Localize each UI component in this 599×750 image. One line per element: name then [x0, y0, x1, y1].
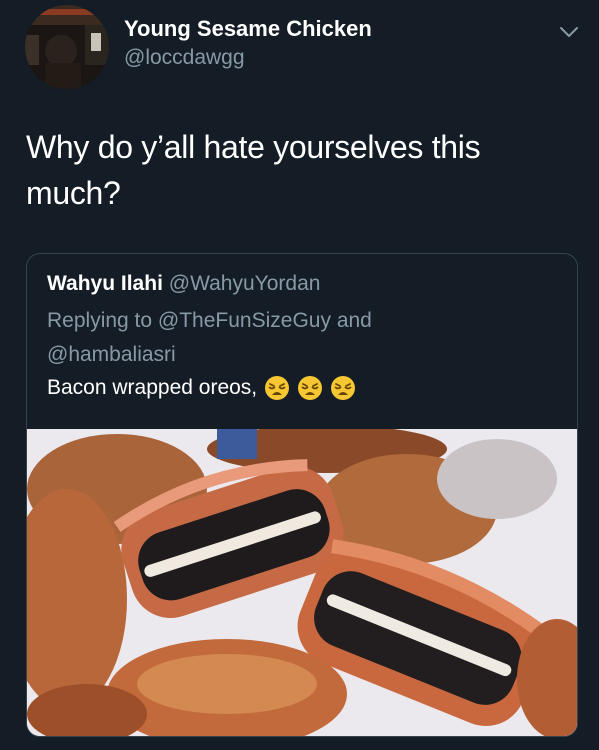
replying-to-line: Replying to @TheFunSizeGuy and @hambalia… [47, 304, 547, 372]
replying-to-prefix: Replying to [47, 309, 153, 332]
quoted-tweet-text: Bacon wrapped oreos, [47, 372, 356, 404]
tweet-screen: Young Sesame Chicken @loccdawgg Why do y… [0, 0, 599, 750]
bacon-oreos-photo [27, 425, 577, 736]
weary-face-icon [331, 376, 356, 400]
weary-face-icon [298, 376, 323, 400]
quoted-tweet[interactable]: Wahyu Ilahi @WahyuYordan Replying to @Th… [26, 253, 578, 737]
weary-face-icon [265, 376, 290, 400]
quoted-text: Bacon wrapped oreos, [47, 376, 258, 399]
reply-mention-2[interactable]: @hambaliasri [47, 343, 176, 366]
chevron-down-icon[interactable] [557, 22, 581, 42]
reply-joiner: and [336, 309, 372, 332]
display-name[interactable]: Young Sesame Chicken [124, 16, 372, 42]
user-handle[interactable]: @loccdawgg [124, 46, 245, 70]
reply-mention-1[interactable]: @TheFunSizeGuy [158, 309, 331, 332]
quoted-tweet-photo[interactable] [27, 425, 577, 736]
quoted-user-handle: @WahyuYordan [168, 272, 321, 295]
quoted-display-name: Wahyu Ilahi [47, 272, 163, 295]
quoted-tweet-header: Wahyu Ilahi @WahyuYordan [47, 270, 320, 298]
avatar[interactable] [25, 5, 109, 89]
avatar-photo [25, 5, 109, 89]
tweet-text: Why do y’all hate yourselves this much? [26, 129, 481, 211]
